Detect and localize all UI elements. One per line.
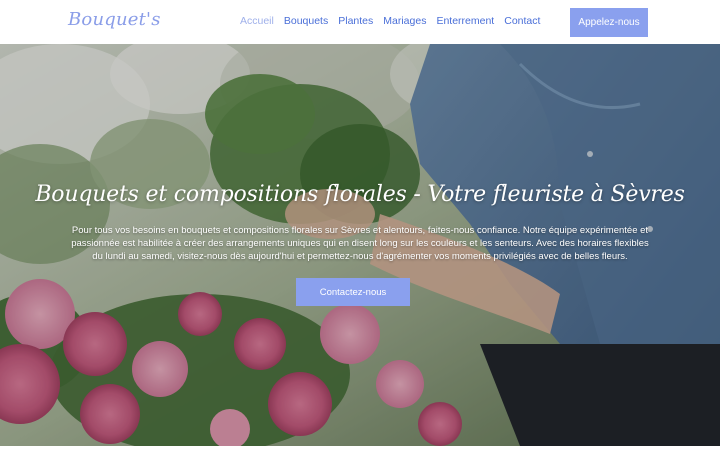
nav-item-enterrement[interactable]: Enterrement — [436, 15, 494, 27]
nav-item-plantes[interactable]: Plantes — [338, 15, 373, 27]
site-header: Bouquet's Accueil Bouquets Plantes Maria… — [0, 0, 720, 44]
hero-title: Bouquets et compositions florales - Votr… — [35, 182, 685, 207]
nav-item-contact[interactable]: Contact — [504, 15, 540, 27]
nav-item-mariages[interactable]: Mariages — [383, 15, 426, 27]
nav-item-bouquets[interactable]: Bouquets — [284, 15, 328, 27]
site-logo[interactable]: Bouquet's — [68, 9, 161, 30]
call-us-button[interactable]: Appelez-nous — [570, 8, 648, 37]
hero-section: Bouquets et compositions florales - Votr… — [0, 44, 720, 446]
hero-description: Pour tous vos besoins en bouquets et com… — [71, 225, 649, 262]
page-bottom-edge — [0, 446, 720, 450]
nav-item-accueil[interactable]: Accueil — [240, 15, 274, 27]
contact-us-button[interactable]: Contactez-nous — [296, 278, 410, 306]
main-nav: Accueil Bouquets Plantes Mariages Enterr… — [240, 15, 540, 27]
